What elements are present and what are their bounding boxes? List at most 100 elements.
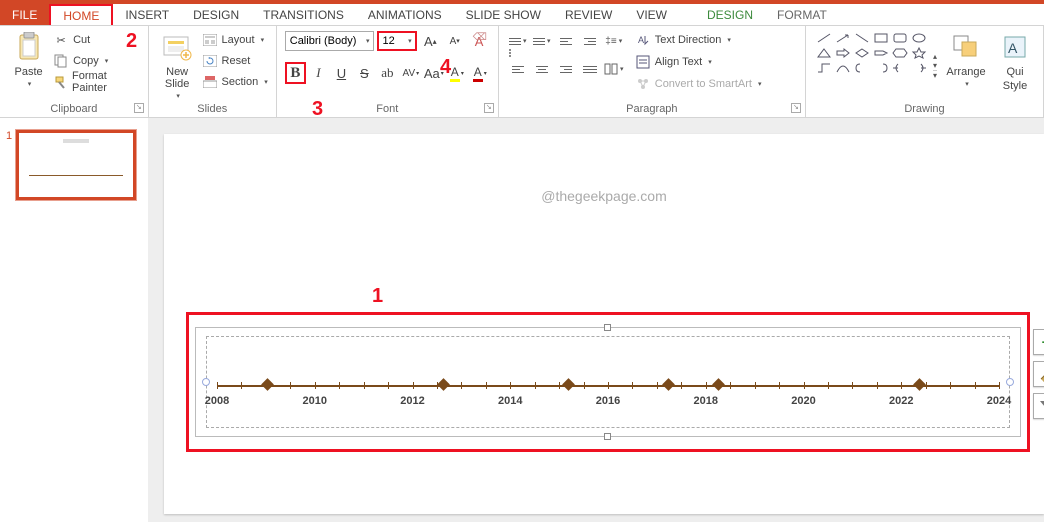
shape-line-icon xyxy=(816,32,832,44)
group-label-slides: Slides xyxy=(157,101,268,115)
axis-label: 2016 xyxy=(596,395,620,407)
text-shadow-button[interactable]: ab xyxy=(377,62,398,84)
columns-button[interactable]: ▾ xyxy=(603,58,625,80)
quick-styles-icon: A xyxy=(999,30,1031,64)
shape-callout-icon xyxy=(892,62,908,74)
chart-plot-area[interactable]: 200820102012201420162018202020222024 xyxy=(206,336,1010,428)
shape-rect-icon xyxy=(873,32,889,44)
chart-side-tools: + xyxy=(1033,329,1044,419)
callout-box-1: 200820102012201420162018202020222024 + xyxy=(186,312,1030,452)
tab-design[interactable]: DESIGN xyxy=(181,4,251,25)
tab-animations[interactable]: ANIMATIONS xyxy=(356,4,454,25)
group-label-paragraph: Paragraph xyxy=(507,101,797,115)
shape-curve-icon xyxy=(835,62,851,74)
chart-add-element-button[interactable]: + xyxy=(1033,329,1044,355)
tab-file[interactable]: FILE xyxy=(0,4,49,25)
chart-filter-button[interactable] xyxy=(1033,393,1044,419)
section-button[interactable]: Section▾ xyxy=(202,72,268,92)
shape-arrowr-icon xyxy=(835,47,851,59)
thumbnail-number: 1 xyxy=(6,130,12,200)
font-name-select[interactable]: Calibri (Body)▾ xyxy=(285,31,375,51)
group-drawing: ▴ ▾ ▾ Arrange▾ A Qui Style Drawing xyxy=(806,26,1044,117)
shape-diamond-icon xyxy=(854,47,870,59)
tab-transitions[interactable]: TRANSITIONS xyxy=(251,4,356,25)
axis-label: 2014 xyxy=(498,395,522,407)
shapes-scroll-up-icon[interactable]: ▴ xyxy=(933,52,937,61)
paintbrush-icon xyxy=(53,74,68,90)
arrange-icon xyxy=(950,30,982,64)
align-left-button[interactable] xyxy=(507,58,529,80)
indent-decrease-button[interactable] xyxy=(555,30,577,52)
resize-handle-e[interactable] xyxy=(1006,378,1014,386)
tab-review[interactable]: REVIEW xyxy=(553,4,624,25)
chart-styles-button[interactable] xyxy=(1033,361,1044,387)
bold-button[interactable]: B xyxy=(285,62,306,84)
copy-button[interactable]: Copy▾ xyxy=(53,51,140,71)
new-slide-button[interactable]: New Slide ▾ xyxy=(157,30,198,101)
line-spacing-button[interactable]: ‡≡▾ xyxy=(603,30,625,52)
group-label-drawing: Drawing xyxy=(814,101,1035,115)
align-text-button[interactable]: Align Text▾ xyxy=(635,52,762,72)
text-direction-button[interactable]: A Text Direction▾ xyxy=(635,30,762,50)
annotation-2: 2 xyxy=(126,30,137,53)
align-right-button[interactable] xyxy=(555,58,577,80)
resize-handle-w[interactable] xyxy=(202,378,210,386)
clear-formatting-button[interactable]: A⌫ xyxy=(468,30,489,52)
numbering-button[interactable]: ▾ xyxy=(531,30,553,52)
tab-tool-format[interactable]: FORMAT xyxy=(765,4,839,25)
clipboard-launcher[interactable]: ↘ xyxy=(134,103,144,113)
shape-connector-icon xyxy=(816,62,832,74)
group-slides: New Slide ▾ Layout▾ Reset Section▾ Slide… xyxy=(149,26,277,117)
layout-button[interactable]: Layout▾ xyxy=(202,30,268,50)
clipboard-icon xyxy=(13,30,45,64)
shrink-font-button[interactable]: A▾ xyxy=(444,30,465,52)
shapes-more-icon[interactable]: ▾ xyxy=(933,70,937,80)
svg-text:A: A xyxy=(1008,40,1018,56)
timeline-chart[interactable]: 200820102012201420162018202020222024 xyxy=(195,327,1021,437)
annotation-1: 1 xyxy=(372,285,383,308)
ribbon-tabs: FILE HOME INSERT DESIGN TRANSITIONS ANIM… xyxy=(0,4,1044,26)
bullets-button[interactable]: ▾ xyxy=(507,30,529,52)
resize-handle-s[interactable] xyxy=(604,433,611,440)
reset-button[interactable]: Reset xyxy=(202,51,268,71)
shapes-gallery[interactable] xyxy=(814,30,931,101)
group-paragraph: ▾ ▾ ‡≡▾ ▾ A Text Direction▾ xyxy=(499,26,806,117)
resize-handle-n[interactable] xyxy=(604,324,611,331)
group-font: Calibri (Body)▾ 12▾ A▴ A▾ A⌫ B I U S ab … xyxy=(277,26,499,117)
align-text-icon xyxy=(635,54,651,70)
arrange-button[interactable]: Arrange▾ xyxy=(941,30,991,101)
format-painter-button[interactable]: Format Painter xyxy=(53,72,140,92)
slide-canvas[interactable]: @thegeekpage.com 20082010201220142016201… xyxy=(164,134,1044,514)
convert-smartart-button[interactable]: Convert to SmartArt▾ xyxy=(635,74,762,94)
strikethrough-button[interactable]: S xyxy=(354,62,375,84)
shape-roundrect-icon xyxy=(892,32,908,44)
slide-thumbnails: 1 xyxy=(0,118,148,522)
section-icon xyxy=(202,74,218,90)
shapes-scroll-down-icon[interactable]: ▾ xyxy=(933,61,937,70)
font-size-select[interactable]: 12▾ xyxy=(377,31,416,51)
slide-thumbnail-1[interactable] xyxy=(16,130,136,200)
underline-button[interactable]: U xyxy=(331,62,352,84)
justify-button[interactable] xyxy=(579,58,601,80)
text-direction-icon: A xyxy=(635,32,651,48)
new-slide-icon xyxy=(161,30,193,64)
reset-icon xyxy=(202,53,218,69)
char-spacing-button[interactable]: AV▾ xyxy=(400,62,421,84)
tab-tool-design[interactable]: DESIGN xyxy=(695,4,765,25)
tab-home[interactable]: HOME xyxy=(49,4,113,25)
grow-font-button[interactable]: A▴ xyxy=(420,30,441,52)
paragraph-launcher[interactable]: ↘ xyxy=(791,103,801,113)
tab-slideshow[interactable]: SLIDE SHOW xyxy=(454,4,553,25)
tab-view[interactable]: VIEW xyxy=(624,4,679,25)
paste-button[interactable]: Paste ▾ xyxy=(8,30,49,101)
italic-button[interactable]: I xyxy=(308,62,329,84)
axis-label: 2008 xyxy=(205,395,229,407)
layout-icon xyxy=(202,32,218,48)
align-center-button[interactable] xyxy=(531,58,553,80)
tab-insert[interactable]: INSERT xyxy=(113,4,181,25)
quick-styles-button[interactable]: A Qui Style xyxy=(995,30,1035,101)
indent-increase-button[interactable] xyxy=(579,30,601,52)
shape-star-icon xyxy=(911,47,927,59)
font-launcher[interactable]: ↘ xyxy=(484,103,494,113)
font-color-button[interactable]: A▾ xyxy=(469,62,490,84)
